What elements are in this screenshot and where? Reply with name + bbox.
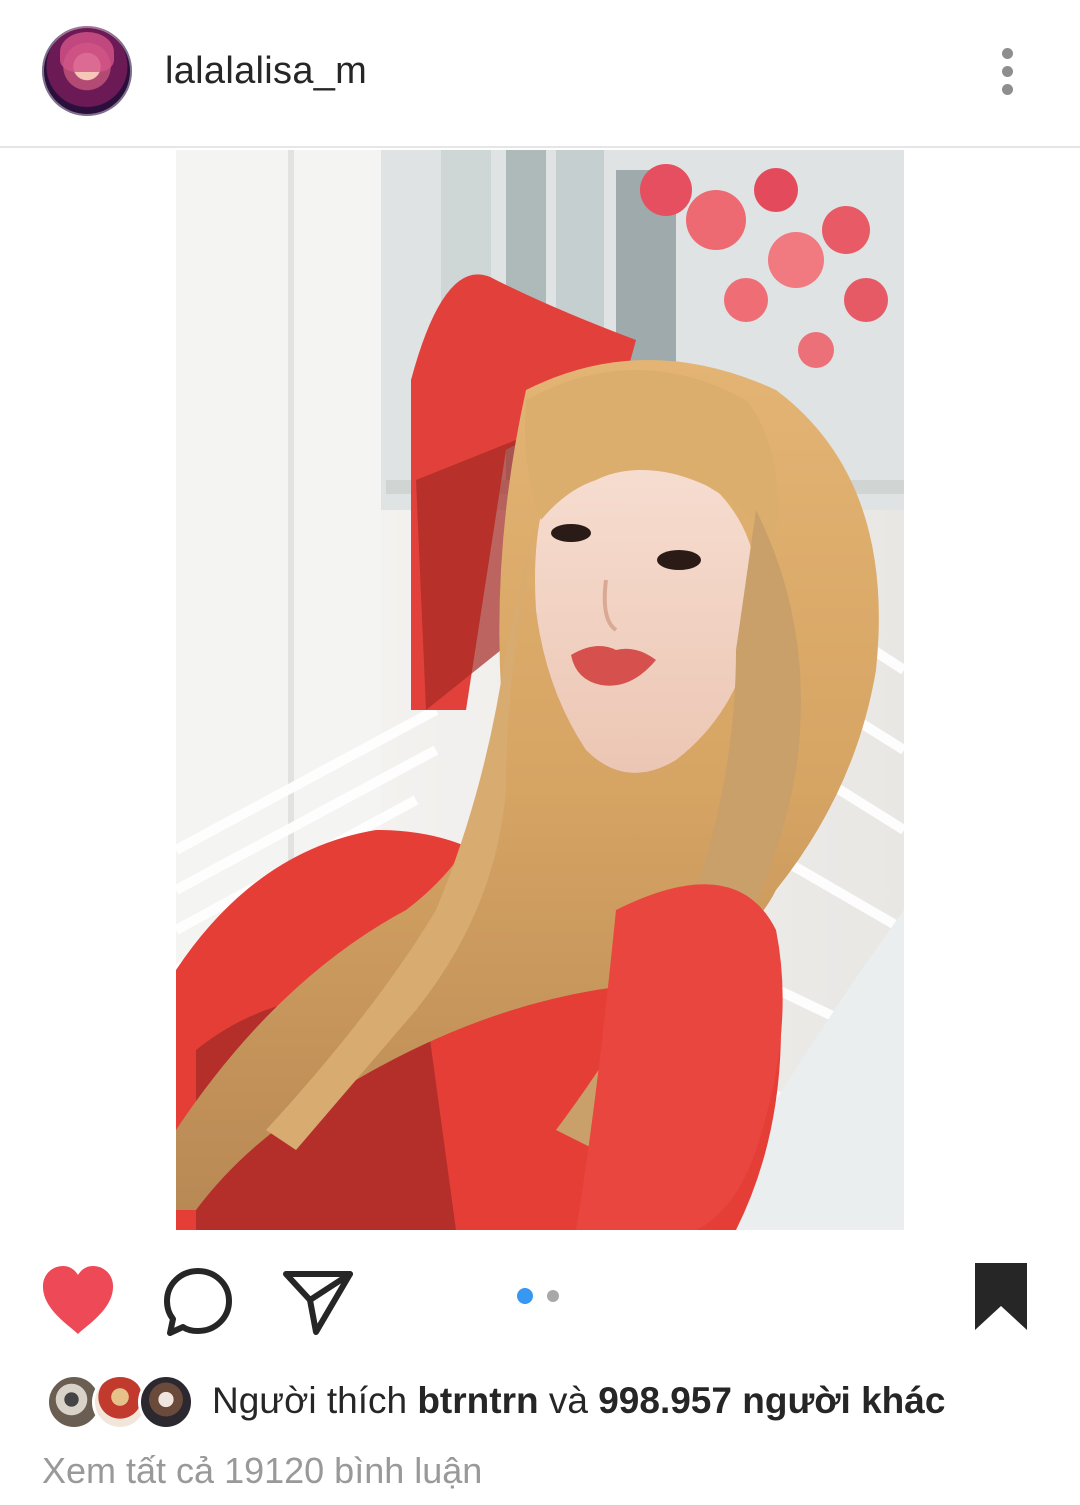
username-link[interactable]: lalalalisa_m bbox=[165, 50, 367, 93]
likes-conjunction: và bbox=[548, 1380, 588, 1421]
paper-plane-icon[interactable] bbox=[282, 1266, 354, 1336]
likes-prefix: Người thích bbox=[212, 1380, 408, 1421]
heart-filled-icon[interactable] bbox=[40, 1264, 116, 1336]
carousel-dot-active bbox=[517, 1288, 533, 1304]
liker-username[interactable]: btrntrn bbox=[417, 1380, 538, 1421]
likes-others-count[interactable]: 998.957 người khác bbox=[598, 1380, 945, 1421]
carousel-indicator bbox=[515, 1288, 565, 1308]
profile-avatar[interactable] bbox=[42, 26, 132, 116]
liker-avatars bbox=[46, 1374, 196, 1436]
liker-avatar bbox=[138, 1374, 194, 1430]
bookmark-filled-icon[interactable] bbox=[972, 1260, 1030, 1332]
more-options-icon[interactable] bbox=[990, 42, 1026, 102]
view-all-comments-link[interactable]: Xem tất cả 19120 bình luận bbox=[42, 1450, 482, 1492]
likes-row[interactable]: Người thích btrntrn và 998.957 người khá… bbox=[0, 1370, 1080, 1440]
post-action-bar bbox=[0, 1240, 1080, 1360]
post-header: lalalalisa_m bbox=[0, 0, 1080, 148]
post-photo[interactable] bbox=[176, 150, 904, 1230]
post-photo-image bbox=[176, 150, 904, 1230]
carousel-dot[interactable] bbox=[547, 1290, 559, 1302]
comment-bubble-icon[interactable] bbox=[162, 1266, 234, 1338]
likes-summary: Người thích btrntrn và 998.957 người khá… bbox=[212, 1380, 945, 1422]
